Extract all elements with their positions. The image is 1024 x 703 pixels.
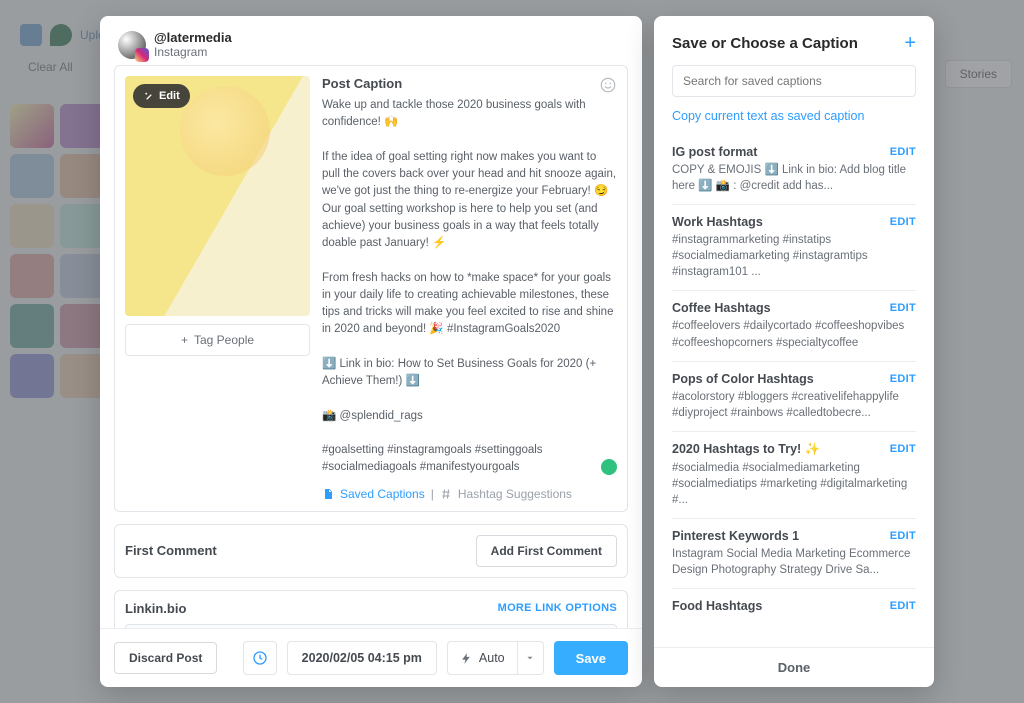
saved-captions-link[interactable]: Saved Captions — [340, 487, 425, 501]
edit-media-button[interactable]: Edit — [133, 84, 190, 108]
datetime-picker[interactable]: 2020/02/05 04:15 pm — [287, 641, 437, 675]
edit-caption-link[interactable]: EDIT — [890, 530, 916, 542]
saved-caption-item[interactable]: Coffee Hashtags EDIT #coffeelovers #dail… — [672, 290, 916, 360]
saved-caption-name: Coffee Hashtags — [672, 301, 771, 315]
tag-people-button[interactable]: + Tag People — [125, 324, 310, 356]
saved-caption-item[interactable]: IG post format EDIT COPY & EMOJIS ⬇️ Lin… — [672, 135, 916, 204]
post-editor-dialog: @latermedia Instagram Edit + — [100, 16, 934, 687]
account-platform: Instagram — [154, 45, 232, 59]
publish-mode-dropdown[interactable] — [518, 641, 544, 675]
grammarly-icon[interactable] — [601, 459, 617, 475]
saved-caption-preview: #coffeelovers #dailycortado #coffeeshopv… — [672, 318, 916, 350]
saved-caption-preview: #socialmedia #socialmediamarketing #soci… — [672, 460, 916, 508]
caption-text[interactable]: Wake up and tackle those 2020 business g… — [322, 97, 617, 477]
captions-panel-title: Save or Choose a Caption — [672, 35, 858, 52]
post-footer: Discard Post 2020/02/05 04:15 pm Auto Sa… — [100, 628, 642, 687]
saved-caption-preview: Instagram Social Media Marketing Ecommer… — [672, 546, 916, 578]
linkinbio-card: Linkin.bio MORE LINK OPTIONS — [114, 590, 628, 629]
instagram-badge-icon — [135, 48, 149, 62]
clock-icon — [252, 650, 268, 666]
chevron-down-icon — [525, 653, 535, 663]
discard-button[interactable]: Discard Post — [114, 642, 217, 674]
saved-caption-preview: #acolorstory #bloggers #creativelifehapp… — [672, 389, 916, 421]
caption-search-input[interactable] — [672, 65, 916, 97]
edit-caption-link[interactable]: EDIT — [890, 216, 916, 228]
hashtag-suggestions-link[interactable]: Hashtag Suggestions — [458, 487, 572, 501]
emoji-picker-icon[interactable] — [599, 76, 617, 94]
saved-caption-item[interactable]: Pops of Color Hashtags EDIT #acolorstory… — [672, 361, 916, 431]
saved-caption-name: IG post format — [672, 145, 757, 159]
edit-caption-link[interactable]: EDIT — [890, 146, 916, 158]
plus-icon: + — [181, 333, 188, 347]
add-caption-button[interactable]: + — [904, 32, 916, 55]
schedule-clock-button[interactable] — [243, 641, 277, 675]
saved-caption-preview: COPY & EMOJIS ⬇️ Link in bio: Add blog t… — [672, 162, 916, 194]
lightning-icon — [460, 652, 473, 665]
add-first-comment-button[interactable]: Add First Comment — [476, 535, 617, 567]
saved-captions-list: IG post format EDIT COPY & EMOJIS ⬇️ Lin… — [654, 135, 934, 647]
edit-caption-link[interactable]: EDIT — [890, 373, 916, 385]
first-comment-card: First Comment Add First Comment — [114, 524, 628, 578]
post-media[interactable]: Edit — [125, 76, 310, 316]
document-icon — [322, 488, 334, 500]
saved-caption-name: 2020 Hashtags to Try! ✨ — [672, 442, 820, 457]
media-caption-card: Edit + Tag People Post Caption — [114, 65, 628, 512]
hashtag-icon — [440, 488, 452, 500]
saved-caption-item[interactable]: Pinterest Keywords 1 EDIT Instagram Soci… — [672, 518, 916, 588]
saved-caption-item[interactable]: 2020 Hashtags to Try! ✨ EDIT #socialmedi… — [672, 431, 916, 518]
edit-caption-link[interactable]: EDIT — [890, 600, 916, 612]
save-button[interactable]: Save — [554, 641, 628, 675]
linkinbio-label: Linkin.bio — [125, 601, 186, 616]
copy-current-caption-link[interactable]: Copy current text as saved caption — [654, 107, 934, 135]
saved-caption-preview: #instagrammarketing #instatips #socialme… — [672, 232, 916, 280]
publish-mode-button[interactable]: Auto — [447, 641, 518, 675]
post-panel: @latermedia Instagram Edit + — [100, 16, 642, 687]
edit-caption-link[interactable]: EDIT — [890, 443, 916, 455]
caption-title: Post Caption — [322, 76, 617, 91]
saved-caption-item[interactable]: Work Hashtags EDIT #instagrammarketing #… — [672, 204, 916, 290]
captions-panel: Save or Choose a Caption + Copy current … — [654, 16, 934, 687]
saved-caption-item[interactable]: Food Hashtags EDIT — [672, 588, 916, 626]
edit-caption-link[interactable]: EDIT — [890, 302, 916, 314]
wand-icon — [143, 91, 154, 102]
first-comment-label: First Comment — [125, 543, 217, 558]
saved-caption-name: Food Hashtags — [672, 599, 762, 613]
done-button[interactable]: Done — [654, 647, 934, 687]
avatar — [118, 31, 146, 59]
account-header: @latermedia Instagram — [100, 16, 642, 65]
saved-caption-name: Pops of Color Hashtags — [672, 372, 814, 386]
account-handle: @latermedia — [154, 30, 232, 45]
saved-caption-name: Work Hashtags — [672, 215, 763, 229]
saved-caption-name: Pinterest Keywords 1 — [672, 529, 799, 543]
more-link-options[interactable]: MORE LINK OPTIONS — [498, 602, 617, 614]
